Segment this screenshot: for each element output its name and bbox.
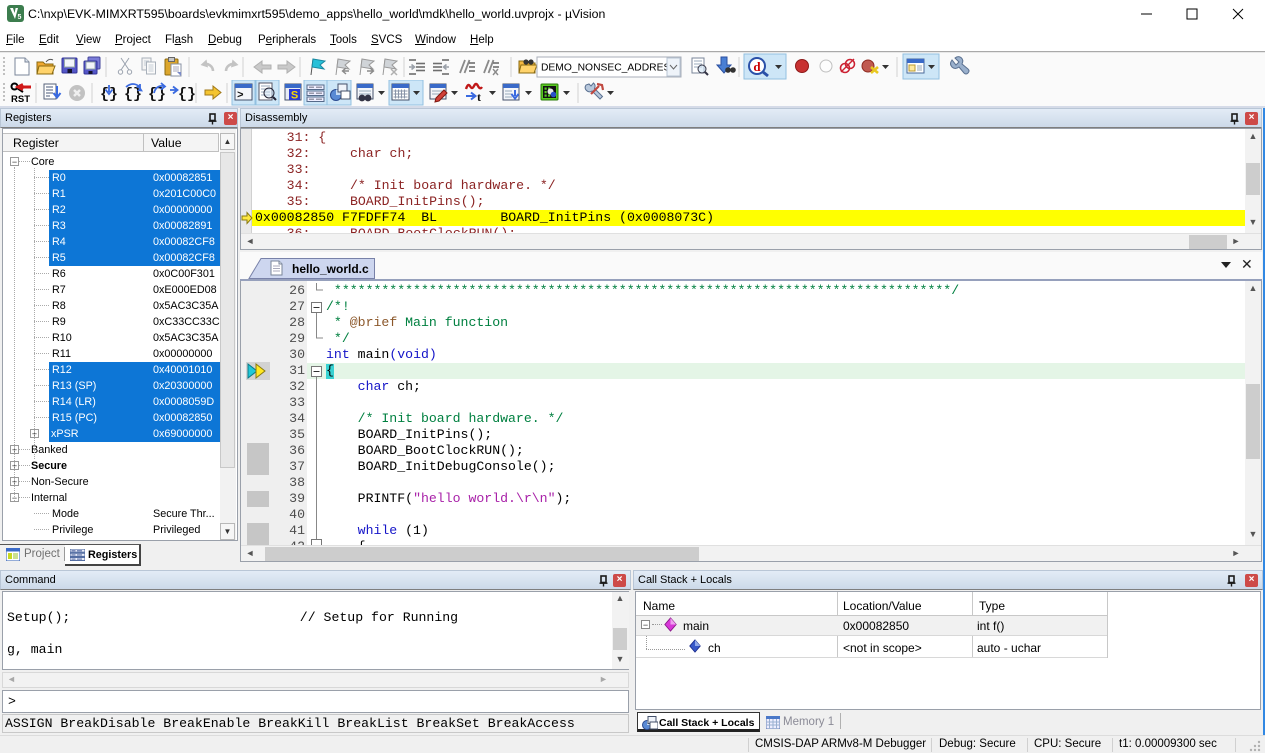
- svg-text:DEMO_NONSEC_ADDRES: DEMO_NONSEC_ADDRES: [541, 63, 670, 74]
- svg-text:d: d: [753, 59, 761, 74]
- svg-text:5: 5: [18, 14, 22, 21]
- svg-text:S: S: [291, 90, 298, 102]
- svg-text:t: t: [477, 90, 481, 104]
- svg-text:>: >: [237, 90, 244, 102]
- svg-text:RST: RST: [11, 94, 30, 105]
- svg-text:hello_world.c: hello_world.c: [292, 262, 369, 276]
- svg-text:{}: {}: [178, 86, 196, 103]
